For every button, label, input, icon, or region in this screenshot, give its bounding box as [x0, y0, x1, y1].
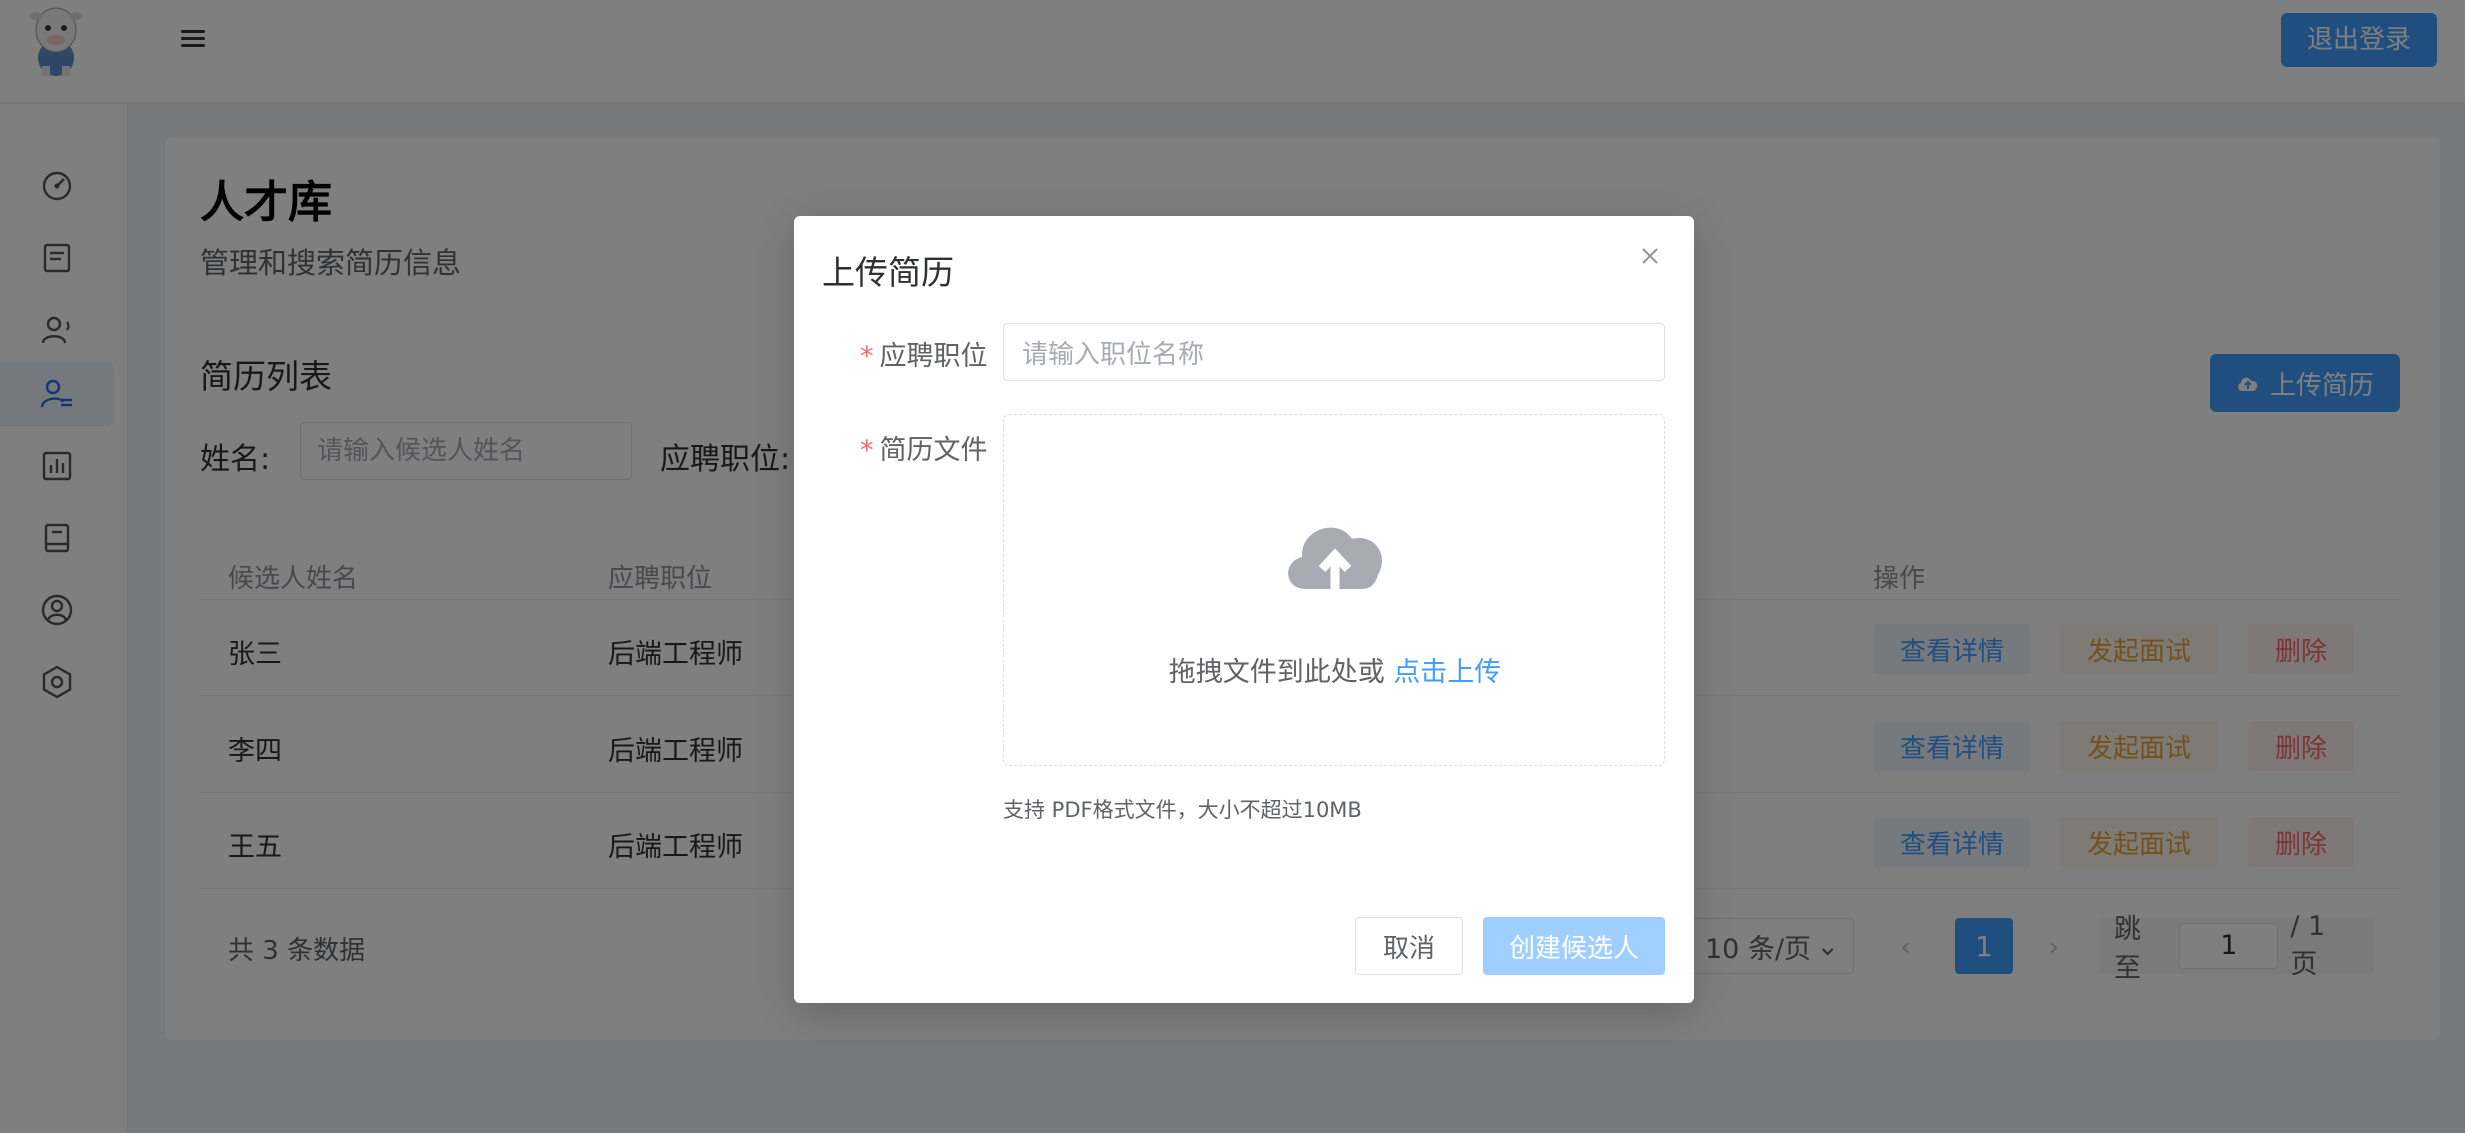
- close-icon[interactable]: [1634, 240, 1666, 272]
- position-input[interactable]: 请输入职位名称: [1003, 323, 1665, 381]
- file-dropzone[interactable]: 拖拽文件到此处或 点击上传: [1003, 414, 1665, 766]
- cloud-upload-icon: [1288, 527, 1383, 589]
- upload-resume-dialog: 上传简历 * 应聘职位 请输入职位名称 * 简历文件 拖拽文件到此处或 点击上传 支…: [794, 216, 1694, 1003]
- file-form-label: * 简历文件: [860, 435, 988, 466]
- click-upload-link[interactable]: 点击上传: [1393, 657, 1501, 688]
- upload-tip: 支持 PDF格式文件，大小不超过10MB: [1003, 798, 1362, 822]
- cancel-button[interactable]: 取消: [1355, 917, 1463, 975]
- dialog-title: 上传简历: [822, 253, 954, 292]
- required-asterisk: *: [860, 435, 874, 466]
- required-asterisk: *: [860, 341, 874, 372]
- drop-instruction: 拖拽文件到此处或 点击上传: [1168, 657, 1502, 688]
- position-form-label: * 应聘职位: [860, 341, 988, 372]
- create-candidate-button[interactable]: 创建候选人: [1483, 917, 1665, 975]
